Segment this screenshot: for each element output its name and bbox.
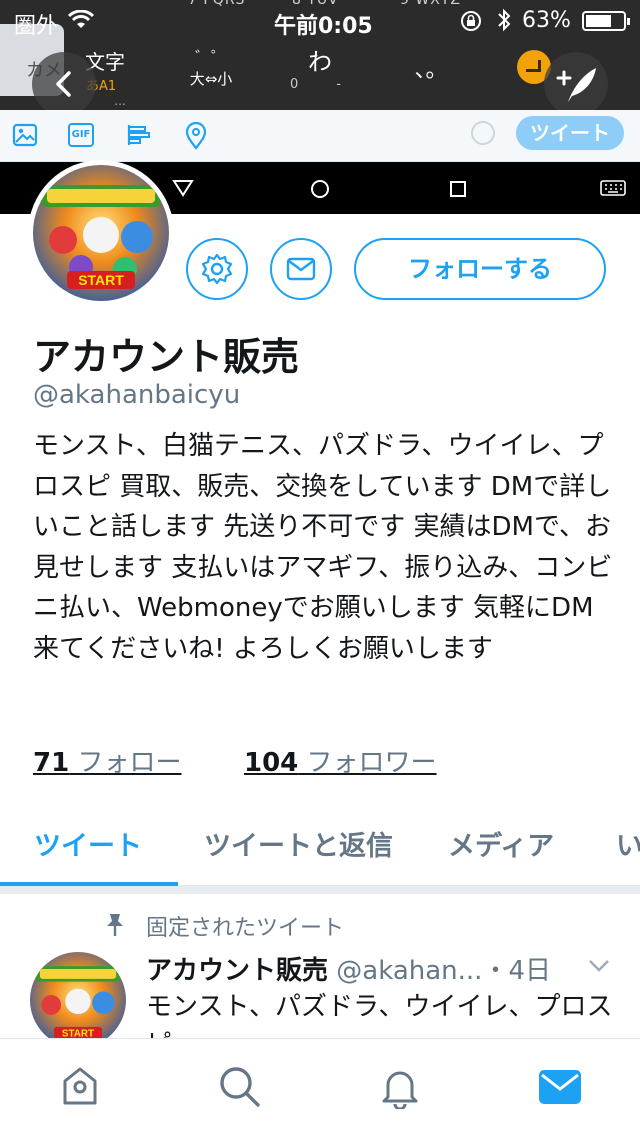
wa-dash-label: - — [336, 77, 341, 92]
following-stat[interactable]: 71 フォロー — [33, 742, 181, 779]
tweet-time: ・4日 — [482, 956, 551, 986]
follow-button[interactable]: フォローする — [354, 238, 606, 300]
wa-label: わ — [308, 48, 332, 76]
tab-tweets-and-replies[interactable]: ツイートと返信 — [204, 824, 393, 863]
pin-icon — [107, 914, 123, 936]
dakuten-key[interactable]: ゛゜ 大⇔小 — [188, 44, 234, 89]
back-button[interactable] — [32, 52, 96, 110]
search-icon[interactable] — [218, 1065, 262, 1109]
section-divider — [0, 886, 640, 894]
rotation-lock-icon — [461, 11, 481, 31]
battery-icon — [582, 11, 630, 31]
following-label: フォロー — [77, 748, 182, 778]
nav-home-icon[interactable] — [309, 178, 331, 200]
settings-button[interactable] — [186, 238, 248, 300]
followers-stat[interactable]: 104 フォロワー — [244, 742, 437, 779]
character-counter — [471, 121, 495, 145]
bottom-tab-bar — [0, 1038, 640, 1136]
tab-likes[interactable]: い — [616, 824, 640, 863]
pinned-label: 固定されたツイート — [146, 916, 345, 941]
compose-button[interactable] — [544, 52, 608, 110]
back-icon — [56, 71, 71, 97]
dakuten-label: ゛゜ — [194, 48, 227, 67]
following-count: 71 — [33, 748, 70, 778]
mode-key-dots: ... — [114, 94, 126, 108]
nav-keyboard-icon[interactable] — [600, 180, 626, 196]
bluetooth-icon — [498, 8, 511, 32]
poll-icon[interactable] — [126, 122, 152, 148]
profile-display-name: アカウント販売 — [33, 335, 300, 379]
profile-bio: モンスト、白猫テニス、パズドラ、ウイイレ、プロスピ 買取、販売、交換をしています… — [33, 431, 613, 664]
time-label: 午前0:05 — [274, 14, 373, 39]
nav-back-icon[interactable] — [172, 179, 194, 197]
tab-tweets[interactable]: ツイート — [34, 824, 142, 863]
gif-icon[interactable]: GIF — [68, 123, 94, 147]
gear-icon — [201, 253, 233, 285]
keyboard-overlay: カメ 7 PQRS 8 TUV 9 WXYZ 文字 あA1 ... ゛゜ 大⇔小… — [0, 0, 640, 110]
avatar-start-text: START — [78, 272, 124, 288]
profile-avatar[interactable]: START — [28, 160, 174, 306]
compose-icon — [556, 68, 596, 102]
punct-key[interactable]: 、。 — [396, 52, 466, 84]
followers-count: 104 — [244, 748, 299, 778]
carrier-label: 圏外 — [14, 14, 59, 39]
image-icon[interactable] — [12, 122, 38, 148]
status-bar: 圏外 午前0:05 63% — [0, 0, 640, 40]
case-label: 大⇔小 — [189, 70, 233, 88]
tweet-author-handle: @akahan... — [336, 956, 483, 986]
wa-sub-label: 0 — [290, 77, 299, 92]
battery-label: 63% — [522, 8, 571, 33]
location-icon[interactable] — [184, 122, 208, 150]
tweet-header: アカウント販売 @akahan...・4日 — [146, 950, 551, 987]
message-button[interactable] — [270, 238, 332, 300]
mail-icon — [286, 257, 316, 281]
tweet-author-avatar[interactable]: START — [30, 952, 126, 1048]
wifi-icon — [68, 10, 94, 28]
tweet-button[interactable]: ツイート — [516, 116, 624, 150]
followers-label: フォロワー — [306, 748, 437, 778]
messages-icon[interactable] — [538, 1069, 582, 1105]
nav-recents-icon[interactable] — [448, 179, 468, 199]
tab-media[interactable]: メディア — [448, 824, 554, 863]
tweet-author-name[interactable]: アカウント販売 — [146, 956, 328, 986]
profile-tabs: ツイート ツイートと返信 メディア い — [0, 810, 640, 886]
home-icon[interactable] — [60, 1065, 100, 1107]
profile-handle: @akahanbaicyu — [33, 380, 241, 410]
avatar-image: START — [33, 165, 169, 301]
chevron-down-icon[interactable] — [588, 958, 610, 974]
wa-key[interactable]: わ 0 - — [290, 42, 350, 92]
notifications-icon[interactable] — [380, 1065, 420, 1109]
